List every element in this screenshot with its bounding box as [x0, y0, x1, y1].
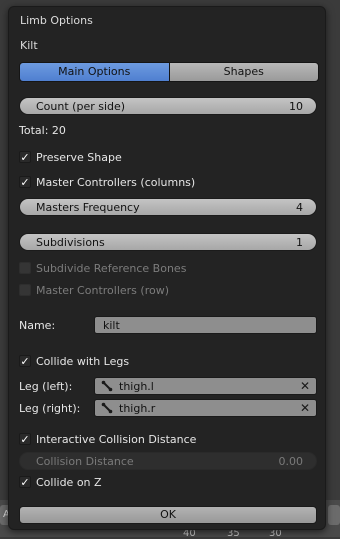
checkbox-box: [19, 284, 31, 296]
checkmark-icon: ✓: [19, 150, 31, 164]
collide-with-legs-label: Collide with Legs: [36, 354, 130, 368]
checkmark-icon: ✓: [19, 175, 31, 189]
interactive-collision-distance-label: Interactive Collision Distance: [36, 432, 197, 446]
options-tab-bar: Main Options Shapes: [19, 62, 319, 82]
masters-frequency-slider[interactable]: Masters Frequency 4: [19, 198, 317, 216]
name-field[interactable]: kilt: [94, 316, 317, 334]
ok-button[interactable]: OK: [19, 506, 317, 524]
leg-right-bone-field[interactable]: thigh.r ✕: [94, 399, 317, 417]
leg-left-label: Leg (left):: [19, 380, 73, 393]
subdivisions-value: 1: [296, 236, 303, 249]
bone-icon: [101, 402, 113, 414]
master-controllers-columns-checkbox[interactable]: ✓ Master Controllers (columns): [19, 173, 195, 191]
tab-shapes[interactable]: Shapes: [168, 63, 318, 81]
subdivide-reference-bones-label: Subdivide Reference Bones: [36, 261, 187, 275]
subdivide-reference-bones-checkbox[interactable]: Subdivide Reference Bones: [19, 259, 186, 277]
preserve-shape-label: Preserve Shape: [36, 150, 122, 164]
master-controllers-row-checkbox[interactable]: Master Controllers (row): [19, 281, 169, 299]
interactive-collision-distance-checkbox[interactable]: ✓ Interactive Collision Distance: [19, 430, 196, 448]
name-value: kilt: [103, 319, 120, 332]
checkmark-icon: ✓: [19, 432, 31, 446]
master-controllers-row-label: Master Controllers (row): [36, 283, 169, 297]
collision-distance-value: 0.00: [278, 455, 304, 468]
collision-distance-slider[interactable]: Collision Distance 0.00: [19, 452, 317, 470]
checkmark-icon: ✓: [19, 475, 31, 489]
clear-icon[interactable]: ✕: [300, 400, 310, 416]
master-controllers-columns-label: Master Controllers (columns): [36, 175, 196, 189]
dialog-title: Limb Options: [20, 14, 93, 27]
leg-right-value: thigh.r: [119, 402, 156, 415]
leg-right-label: Leg (right):: [19, 402, 81, 415]
checkmark-icon: ✓: [19, 354, 31, 368]
clear-icon[interactable]: ✕: [300, 378, 310, 394]
total-count-text: Total: 20: [19, 124, 66, 137]
background-button-right: [328, 505, 340, 525]
masters-frequency-label: Masters Frequency: [36, 201, 140, 214]
leg-left-value: thigh.l: [119, 380, 154, 393]
collision-distance-label: Collision Distance: [36, 455, 134, 468]
limb-name-heading: Kilt: [20, 39, 38, 52]
collide-on-z-label: Collide on Z: [36, 475, 102, 489]
count-value: 10: [289, 100, 303, 113]
limb-options-dialog: Limb Options Kilt Main Options Shapes Co…: [8, 6, 326, 530]
count-per-side-slider[interactable]: Count (per side) 10: [19, 97, 317, 115]
subdivisions-label: Subdivisions: [36, 236, 105, 249]
preserve-shape-checkbox[interactable]: ✓ Preserve Shape: [19, 148, 122, 166]
name-label: Name:: [19, 319, 56, 332]
tab-main-options[interactable]: Main Options: [20, 63, 169, 81]
collide-on-z-checkbox[interactable]: ✓ Collide on Z: [19, 473, 102, 491]
subdivisions-slider[interactable]: Subdivisions 1: [19, 233, 317, 251]
leg-left-bone-field[interactable]: thigh.l ✕: [94, 377, 317, 395]
collide-with-legs-checkbox[interactable]: ✓ Collide with Legs: [19, 352, 129, 370]
bone-icon: [101, 380, 113, 392]
masters-frequency-value: 4: [296, 201, 303, 214]
count-label: Count (per side): [36, 100, 126, 113]
checkbox-box: [19, 262, 31, 274]
